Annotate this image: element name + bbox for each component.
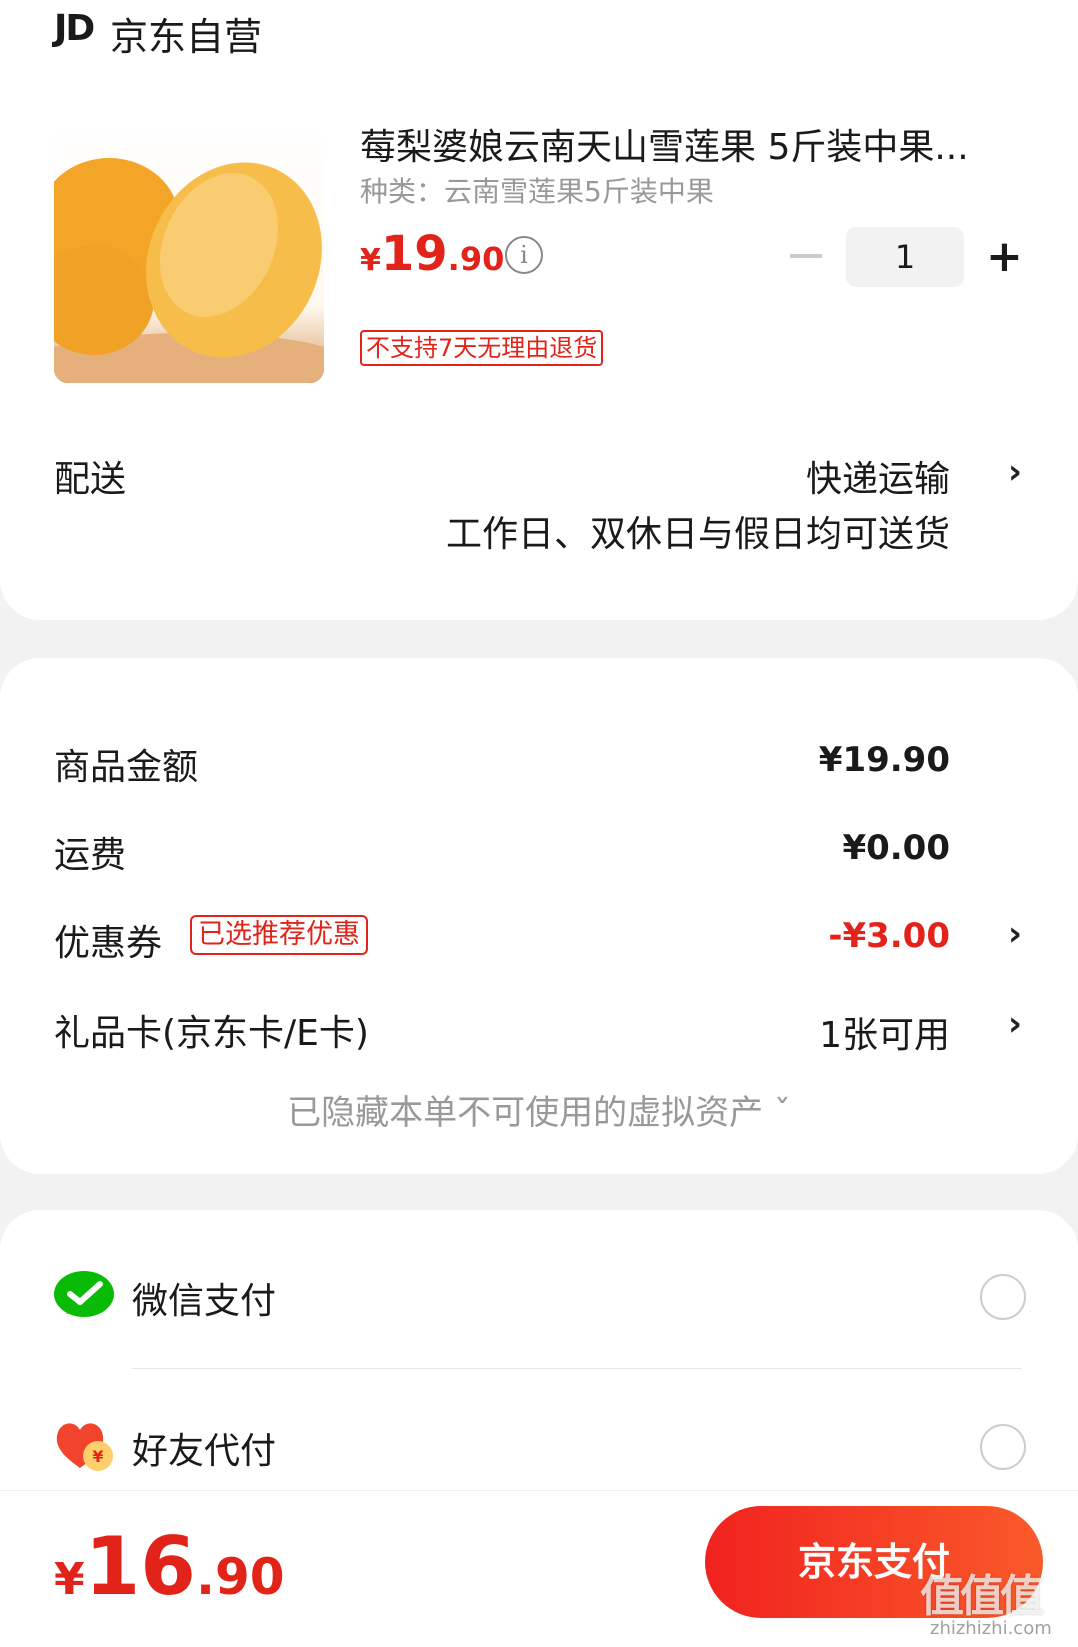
friend-pay-radio[interactable] [980,1424,1026,1470]
watermark-url: zhizhizhi.com [930,1618,1052,1639]
shipping-fee-value: ¥0.00 [842,828,950,868]
price-integer: 19 [380,226,448,282]
total-price: ¥16.90 [54,1520,285,1613]
gift-card-label[interactable]: 礼品卡(京东卡/E卡) [54,1004,369,1056]
chevron-right-icon[interactable]: › [1008,1004,1022,1044]
goods-amount-label: 商品金额 [54,747,199,788]
divider [132,1368,1022,1369]
delivery-label: 配送 [54,459,127,500]
goods-amount-value: ¥19.90 [818,740,950,780]
friend-pay-icon: ¥ [54,1418,116,1472]
product-image[interactable] [54,125,324,383]
coupon-label[interactable]: 优惠券 [54,914,162,966]
price-decimal: .90 [447,240,505,278]
gift-card-value[interactable]: 1张可用 [819,1006,950,1058]
quantity-minus-button[interactable] [790,254,822,258]
svg-text:¥: ¥ [92,1447,103,1466]
wechat-pay-icon [54,1270,114,1324]
price-currency: ¥ [360,243,381,278]
quantity-plus-button[interactable]: + [986,232,1023,282]
product-title[interactable]: 莓梨婆娘云南天山雪莲果 5斤装中果... [360,118,1020,170]
chevron-right-icon[interactable]: › [1008,452,1022,492]
shop-name[interactable]: 京东自营 [110,6,262,61]
coupon-badge: 已选推荐优惠 [190,915,368,955]
wechat-pay-label[interactable]: 微信支付 [132,1272,276,1324]
hidden-assets-toggle[interactable]: 已隐藏本单不可使用的虚拟资产 ˇ [0,1085,1078,1134]
jd-logo: JD [54,8,95,49]
total-integer: 16 [84,1520,196,1613]
shipping-fee-label: 运费 [54,835,127,876]
coupon-value[interactable]: -¥3.00 [828,916,950,956]
watermark: 值值值 [920,1571,1044,1622]
product-price: ¥19.90 [360,226,504,282]
delivery-note: 工作日、双休日与假日均可送货 [445,514,950,555]
total-decimal: .90 [195,1548,285,1606]
friend-pay-label[interactable]: 好友代付 [132,1422,276,1474]
quantity-input[interactable]: 1 [846,227,964,287]
return-policy-tag: 不支持7天无理由退货 [360,330,604,366]
delivery-method[interactable]: 快递运输 [806,450,950,502]
product-spec[interactable]: 种类：云南雪莲果5斤装中果 [360,170,714,210]
total-currency: ¥ [54,1554,85,1605]
wechat-pay-radio[interactable] [980,1274,1026,1320]
chevron-right-icon[interactable]: › [1008,914,1022,954]
info-icon[interactable]: i [505,236,543,274]
